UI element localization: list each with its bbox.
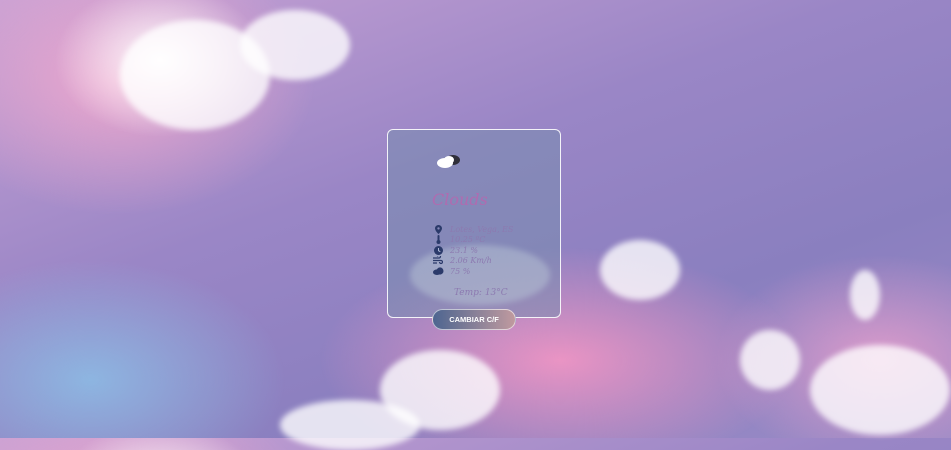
cloud-sun-icon <box>437 155 460 168</box>
toggle-units-button[interactable]: CAMBIAR C/F <box>432 309 516 330</box>
clouds-text: 75 % <box>450 266 471 276</box>
detail-row-clouds: 75 % <box>432 266 513 277</box>
humidity-text: 23.1 % <box>450 245 478 255</box>
wind-icon <box>432 256 444 265</box>
detail-row-location: Lotes, Vega, ES <box>432 224 513 235</box>
thermometer-icon <box>432 235 444 245</box>
location-text: Lotes, Vega, ES <box>450 224 514 234</box>
detail-row-humidity: 23.1 % <box>432 245 513 256</box>
detail-row-feels: 10.25 ºC <box>432 235 513 246</box>
temperature-label: Temp: 13°C <box>454 288 508 298</box>
clock-icon <box>432 245 444 255</box>
wind-text: 2.06 Km/h <box>450 256 492 266</box>
cloud-icon <box>432 267 444 276</box>
detail-row-wind: 2.06 Km/h <box>432 256 513 267</box>
location-pin-icon <box>432 224 444 234</box>
weather-details: Lotes, Vega, ES 10.25 ºC 23.1 % 2.06 Km/… <box>432 224 513 277</box>
weather-card: Clouds Lotes, Vega, ES 10.25 ºC 23.1 % 2… <box>387 129 561 318</box>
thermo-text: 10.25 ºC <box>450 235 486 245</box>
city-condition: Clouds <box>432 190 488 209</box>
